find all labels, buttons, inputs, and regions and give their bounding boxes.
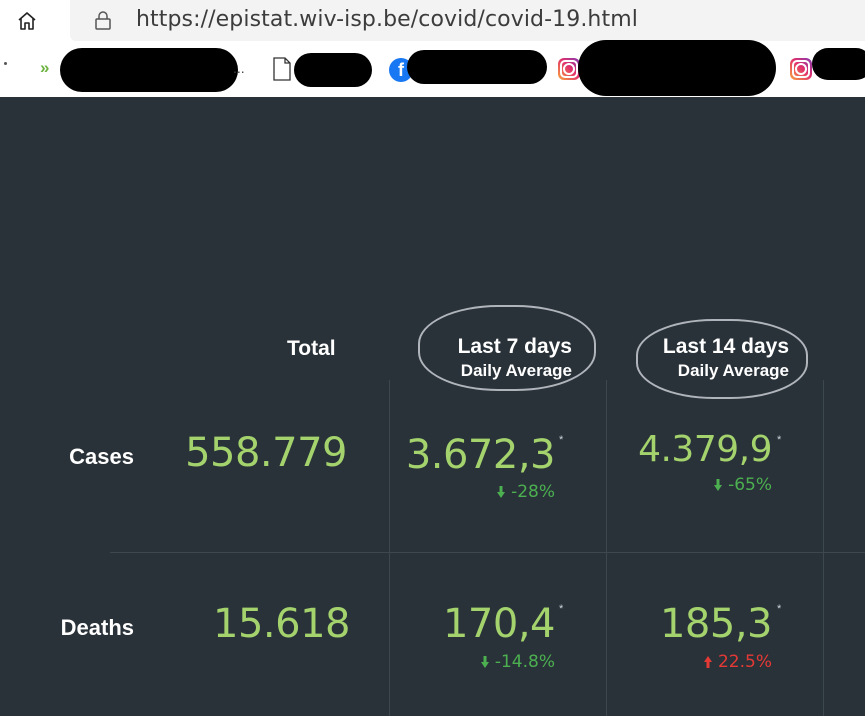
- redacted-bookmark: [407, 50, 547, 84]
- deaths-last-7-change-text: -14.8%: [494, 652, 555, 672]
- bookmark-arrow-icon[interactable]: »: [40, 58, 50, 78]
- row-label-deaths: Deaths: [60, 615, 134, 640]
- footnote-mark: *: [777, 434, 782, 446]
- home-button[interactable]: [12, 6, 42, 36]
- bookmark-dot: [4, 62, 7, 65]
- column-divider: [823, 380, 824, 716]
- arrow-down-icon: [714, 479, 723, 491]
- cases-total-value: 558.779: [185, 430, 347, 476]
- covid-dashboard: Total Last 7 days Daily Average Last 14 …: [0, 97, 865, 716]
- arrow-up-icon: [703, 656, 712, 668]
- cases-last-14-change: -65%: [640, 475, 772, 495]
- bookmark-ellipsis: ...: [233, 60, 245, 76]
- cases-last-14-value: 4.379,9: [638, 429, 772, 470]
- redacted-bookmark: [294, 53, 372, 87]
- cases-last-7-change-text: -28%: [511, 482, 555, 502]
- page-icon[interactable]: [272, 57, 292, 81]
- row-label-cases: Cases: [69, 444, 134, 469]
- annotation-circle: [636, 319, 808, 399]
- row-divider: [110, 552, 865, 553]
- cases-last-7-value: 3.672,3: [405, 432, 556, 478]
- deaths-last-7-change: -14.8%: [420, 652, 555, 672]
- footnote-mark: *: [777, 603, 782, 615]
- annotation-circle: [418, 305, 596, 391]
- lock-icon: [95, 11, 111, 30]
- address-bar[interactable]: https://epistat.wiv-isp.be/covid/covid-1…: [70, 0, 865, 41]
- browser-chrome: https://epistat.wiv-isp.be/covid/covid-1…: [0, 0, 865, 97]
- arrow-down-icon: [480, 656, 489, 668]
- deaths-last-14-value: 185,3: [659, 601, 773, 647]
- instagram-icon[interactable]: [558, 58, 580, 80]
- home-icon: [18, 12, 36, 30]
- arrow-down-icon: [497, 486, 506, 498]
- cases-last-7-change: -28%: [420, 482, 555, 502]
- footnote-mark: *: [559, 603, 564, 615]
- redacted-bookmark: [60, 48, 238, 92]
- instagram-icon[interactable]: [790, 58, 812, 80]
- url-text[interactable]: https://epistat.wiv-isp.be/covid/covid-1…: [136, 7, 638, 32]
- deaths-last-14-change: 22.5%: [640, 652, 772, 672]
- column-divider: [389, 380, 390, 716]
- footnote-mark: *: [559, 434, 564, 446]
- deaths-last-14-change-text: 22.5%: [717, 652, 772, 672]
- cases-last-14-change-text: -65%: [728, 475, 772, 495]
- deaths-total-value: 15.618: [213, 601, 350, 647]
- redacted-bookmark: [578, 40, 776, 96]
- deaths-last-7-value: 170,4: [442, 601, 556, 647]
- header-total: Total: [287, 337, 336, 360]
- redacted-bookmark: [812, 48, 865, 80]
